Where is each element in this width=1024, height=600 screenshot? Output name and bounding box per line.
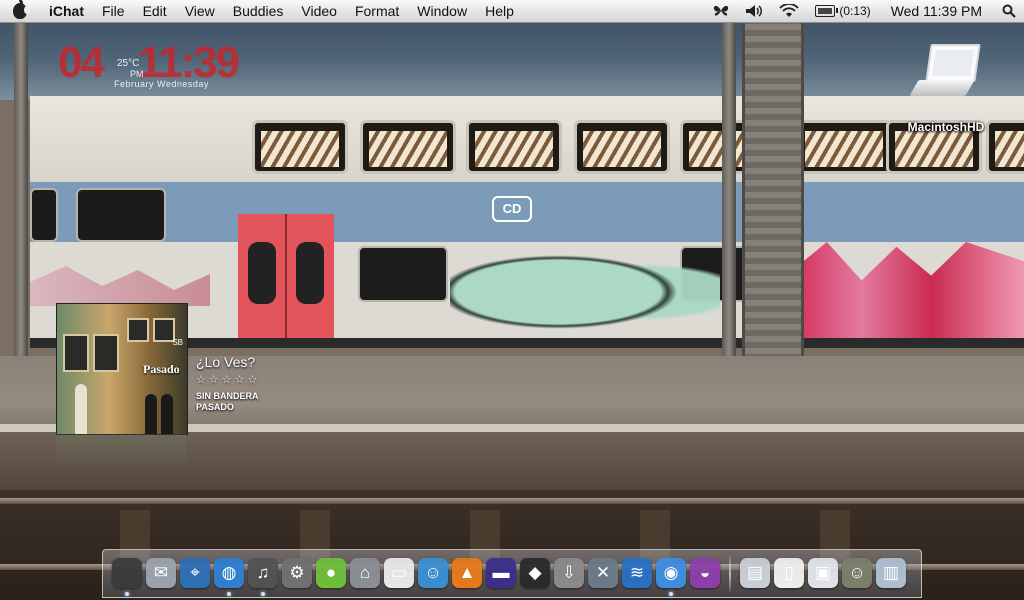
dock-item[interactable]: ✉ <box>145 556 177 590</box>
downloader-icon: ⇩ <box>554 558 584 588</box>
quicktime-disc-icon: ● <box>316 558 346 588</box>
menu-video[interactable]: Video <box>292 0 346 22</box>
apple-logo-icon <box>13 0 30 19</box>
station-pillar <box>14 20 28 360</box>
vlc-cone-icon: ▲ <box>452 558 482 588</box>
battery-time: (0:13) <box>839 4 871 18</box>
menu-clock[interactable]: Wed 11:39 PM <box>879 3 994 19</box>
album-reflection <box>56 434 186 470</box>
menu-file[interactable]: File <box>93 0 134 22</box>
dock-item[interactable]: ▬ <box>485 556 517 590</box>
menu-help[interactable]: Help <box>476 0 523 22</box>
dock-separator <box>729 556 731 592</box>
graffiti <box>450 242 720 342</box>
dock-item[interactable]: ♫ <box>247 556 279 596</box>
running-indicator <box>669 592 673 596</box>
running-indicator <box>261 592 265 596</box>
mail-icon: ✉ <box>146 558 176 588</box>
system-preferences-icon: ⚙ <box>282 558 312 588</box>
dock-items: ✉ ⌖ ◍ ♫ ⚙ ● ⌂ ▭ ☺ ▲ ▬ ◆ ⇩ ✕ ≋ ◉ ◒ ▤ ▯ ▣ ☺ ▥ <box>111 556 907 596</box>
dock-item[interactable]: ▣ <box>807 556 839 590</box>
menu-edit[interactable]: Edit <box>134 0 176 22</box>
dock-item[interactable]: ◍ <box>213 556 245 596</box>
dock-item[interactable]: ◒ <box>689 556 721 590</box>
station-pillar <box>722 20 736 360</box>
song-artist: SIN BANDERA <box>196 391 259 401</box>
album-cover-badge: SB <box>172 338 183 347</box>
safari-icon: ⌖ <box>180 558 210 588</box>
dock-item[interactable]: ⚙ <box>281 556 313 590</box>
battery-icon <box>815 5 839 17</box>
dock-item[interactable]: ☺ <box>417 556 449 590</box>
clock-widget[interactable]: 04 11:39 25°C PM February Wednesday <box>58 38 240 94</box>
mask-icon: ◆ <box>520 558 550 588</box>
cd-railway-logo: CD <box>492 196 532 222</box>
itunes-headphones-icon: ♫ <box>248 558 278 588</box>
dock: ✉ ⌖ ◍ ♫ ⚙ ● ⌂ ▭ ☺ ▲ ▬ ◆ ⇩ ✕ ≋ ◉ ◒ ▤ ▯ ▣ ☺ ▥ <box>102 549 922 598</box>
camino-icon: ◒ <box>690 558 720 588</box>
clock-widget-temperature: 25°C <box>117 58 140 69</box>
dock-item[interactable]: ● <box>315 556 347 590</box>
macintosh-hd-desktop-icon[interactable]: MacintoshHD <box>900 40 992 136</box>
file-icon: ▯ <box>774 558 804 588</box>
song-title: ¿Lo Ves? <box>196 354 256 370</box>
utilities-tools-icon: ✕ <box>588 558 618 588</box>
documents-folder-icon: ▤ <box>740 558 770 588</box>
dock-item[interactable]: ▲ <box>451 556 483 590</box>
dock-item[interactable]: ▤ <box>739 556 771 590</box>
disk-utility-icon: ⌂ <box>350 558 380 588</box>
dock-item[interactable]: ≋ <box>621 556 653 590</box>
battery-status[interactable]: (0:13) <box>807 4 878 18</box>
menu-format[interactable]: Format <box>346 0 408 22</box>
album-cover-title: Pasado <box>143 362 180 376</box>
network-globe-icon: ◍ <box>214 558 244 588</box>
spotlight-search-icon[interactable] <box>994 0 1024 22</box>
menu-bar: iChat File Edit View Buddies Video Forma… <box>0 0 1024 23</box>
clock-widget-ampm: PM <box>130 69 144 79</box>
dock-item[interactable]: ☺ <box>841 556 873 590</box>
photo-thumbnail-icon: ☺ <box>842 558 872 588</box>
song-rating[interactable]: ☆☆☆☆☆ <box>196 373 260 386</box>
clock-widget-hour: 04 <box>58 38 105 87</box>
menu-extras: (0:13) Wed 11:39 PM <box>705 0 1024 22</box>
menu-buddies[interactable]: Buddies <box>224 0 293 22</box>
dock-item[interactable]: ⌖ <box>179 556 211 590</box>
volume-icon[interactable] <box>737 0 771 22</box>
buddies-icon: ☺ <box>418 558 448 588</box>
dock-item[interactable]: ◉ <box>655 556 687 596</box>
running-indicator <box>125 592 129 596</box>
dock-item[interactable]: ⇩ <box>553 556 585 590</box>
finder-icon <box>112 558 142 588</box>
menu-app-name[interactable]: iChat <box>40 0 93 22</box>
butterfly-menu-icon[interactable] <box>705 0 737 22</box>
dock-item[interactable]: ✕ <box>587 556 619 590</box>
menu-view[interactable]: View <box>176 0 224 22</box>
train-door <box>238 214 334 342</box>
dock-item[interactable] <box>111 556 143 596</box>
dock-item[interactable]: ⌂ <box>349 556 381 590</box>
front-row-icon: ▭ <box>384 558 414 588</box>
dock-item[interactable]: ▯ <box>773 556 805 590</box>
dock-item[interactable]: ▥ <box>875 556 907 590</box>
album-cover[interactable]: SB Pasado <box>56 303 188 435</box>
wifi-icon[interactable] <box>771 0 807 22</box>
airport-wifi-icon: ≋ <box>622 558 652 588</box>
preview-icon: ▣ <box>808 558 838 588</box>
dock-item[interactable]: ◆ <box>519 556 551 590</box>
apple-menu[interactable] <box>0 0 40 22</box>
macintosh-hd-label: MacintoshHD <box>907 120 985 134</box>
running-indicator <box>227 592 231 596</box>
trash-icon: ▥ <box>876 558 906 588</box>
dock-item[interactable]: ▭ <box>383 556 415 590</box>
laptop-drive-icon <box>909 44 981 102</box>
snickers-icon: ▬ <box>486 558 516 588</box>
ichat-icon: ◉ <box>656 558 686 588</box>
song-album: PASADO <box>196 402 234 412</box>
menu-window[interactable]: Window <box>408 0 476 22</box>
clock-widget-date: February Wednesday <box>114 79 209 89</box>
station-pillar <box>742 20 804 360</box>
